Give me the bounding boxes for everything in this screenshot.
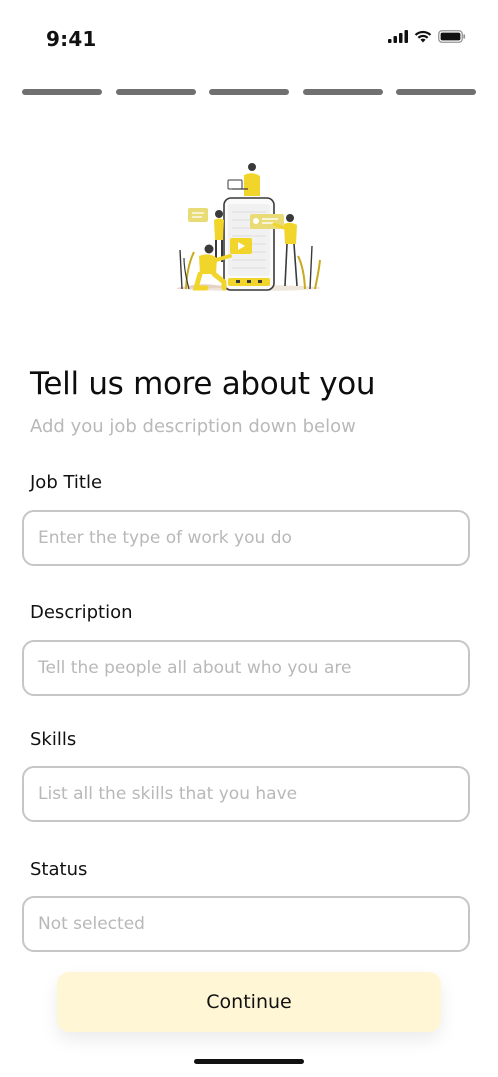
status-bar: 9:41 — [0, 0, 498, 80]
profile-illustration — [172, 158, 326, 293]
page-title: Tell us more about you — [30, 366, 376, 402]
progress-step-5 — [396, 89, 476, 95]
status-icons — [388, 30, 466, 43]
skills-field[interactable] — [22, 766, 470, 822]
job-title-input[interactable] — [38, 512, 448, 564]
job-title-label: Job Title — [30, 472, 103, 493]
battery-icon — [438, 30, 466, 43]
page-subtitle: Add you job description down below — [30, 416, 356, 437]
progress-step-2 — [115, 89, 196, 95]
job-title-field[interactable] — [22, 510, 470, 566]
description-input[interactable] — [38, 642, 448, 694]
wifi-icon — [414, 30, 432, 43]
progress-step-1 — [22, 89, 102, 95]
progress-step-3 — [209, 89, 289, 95]
step-progress-bar — [22, 89, 476, 95]
skills-label: Skills — [30, 729, 77, 750]
description-field[interactable] — [22, 640, 470, 696]
skills-input[interactable] — [38, 768, 448, 820]
continue-button[interactable]: Continue — [57, 972, 441, 1032]
status-select[interactable]: Not selected — [22, 896, 470, 952]
status-label: Status — [30, 859, 88, 880]
status-time: 9:41 — [46, 27, 97, 51]
status-select-value: Not selected — [38, 914, 145, 934]
home-indicator — [194, 1059, 304, 1064]
progress-step-4 — [302, 89, 383, 95]
cellular-signal-icon — [388, 30, 408, 43]
description-label: Description — [30, 602, 133, 623]
